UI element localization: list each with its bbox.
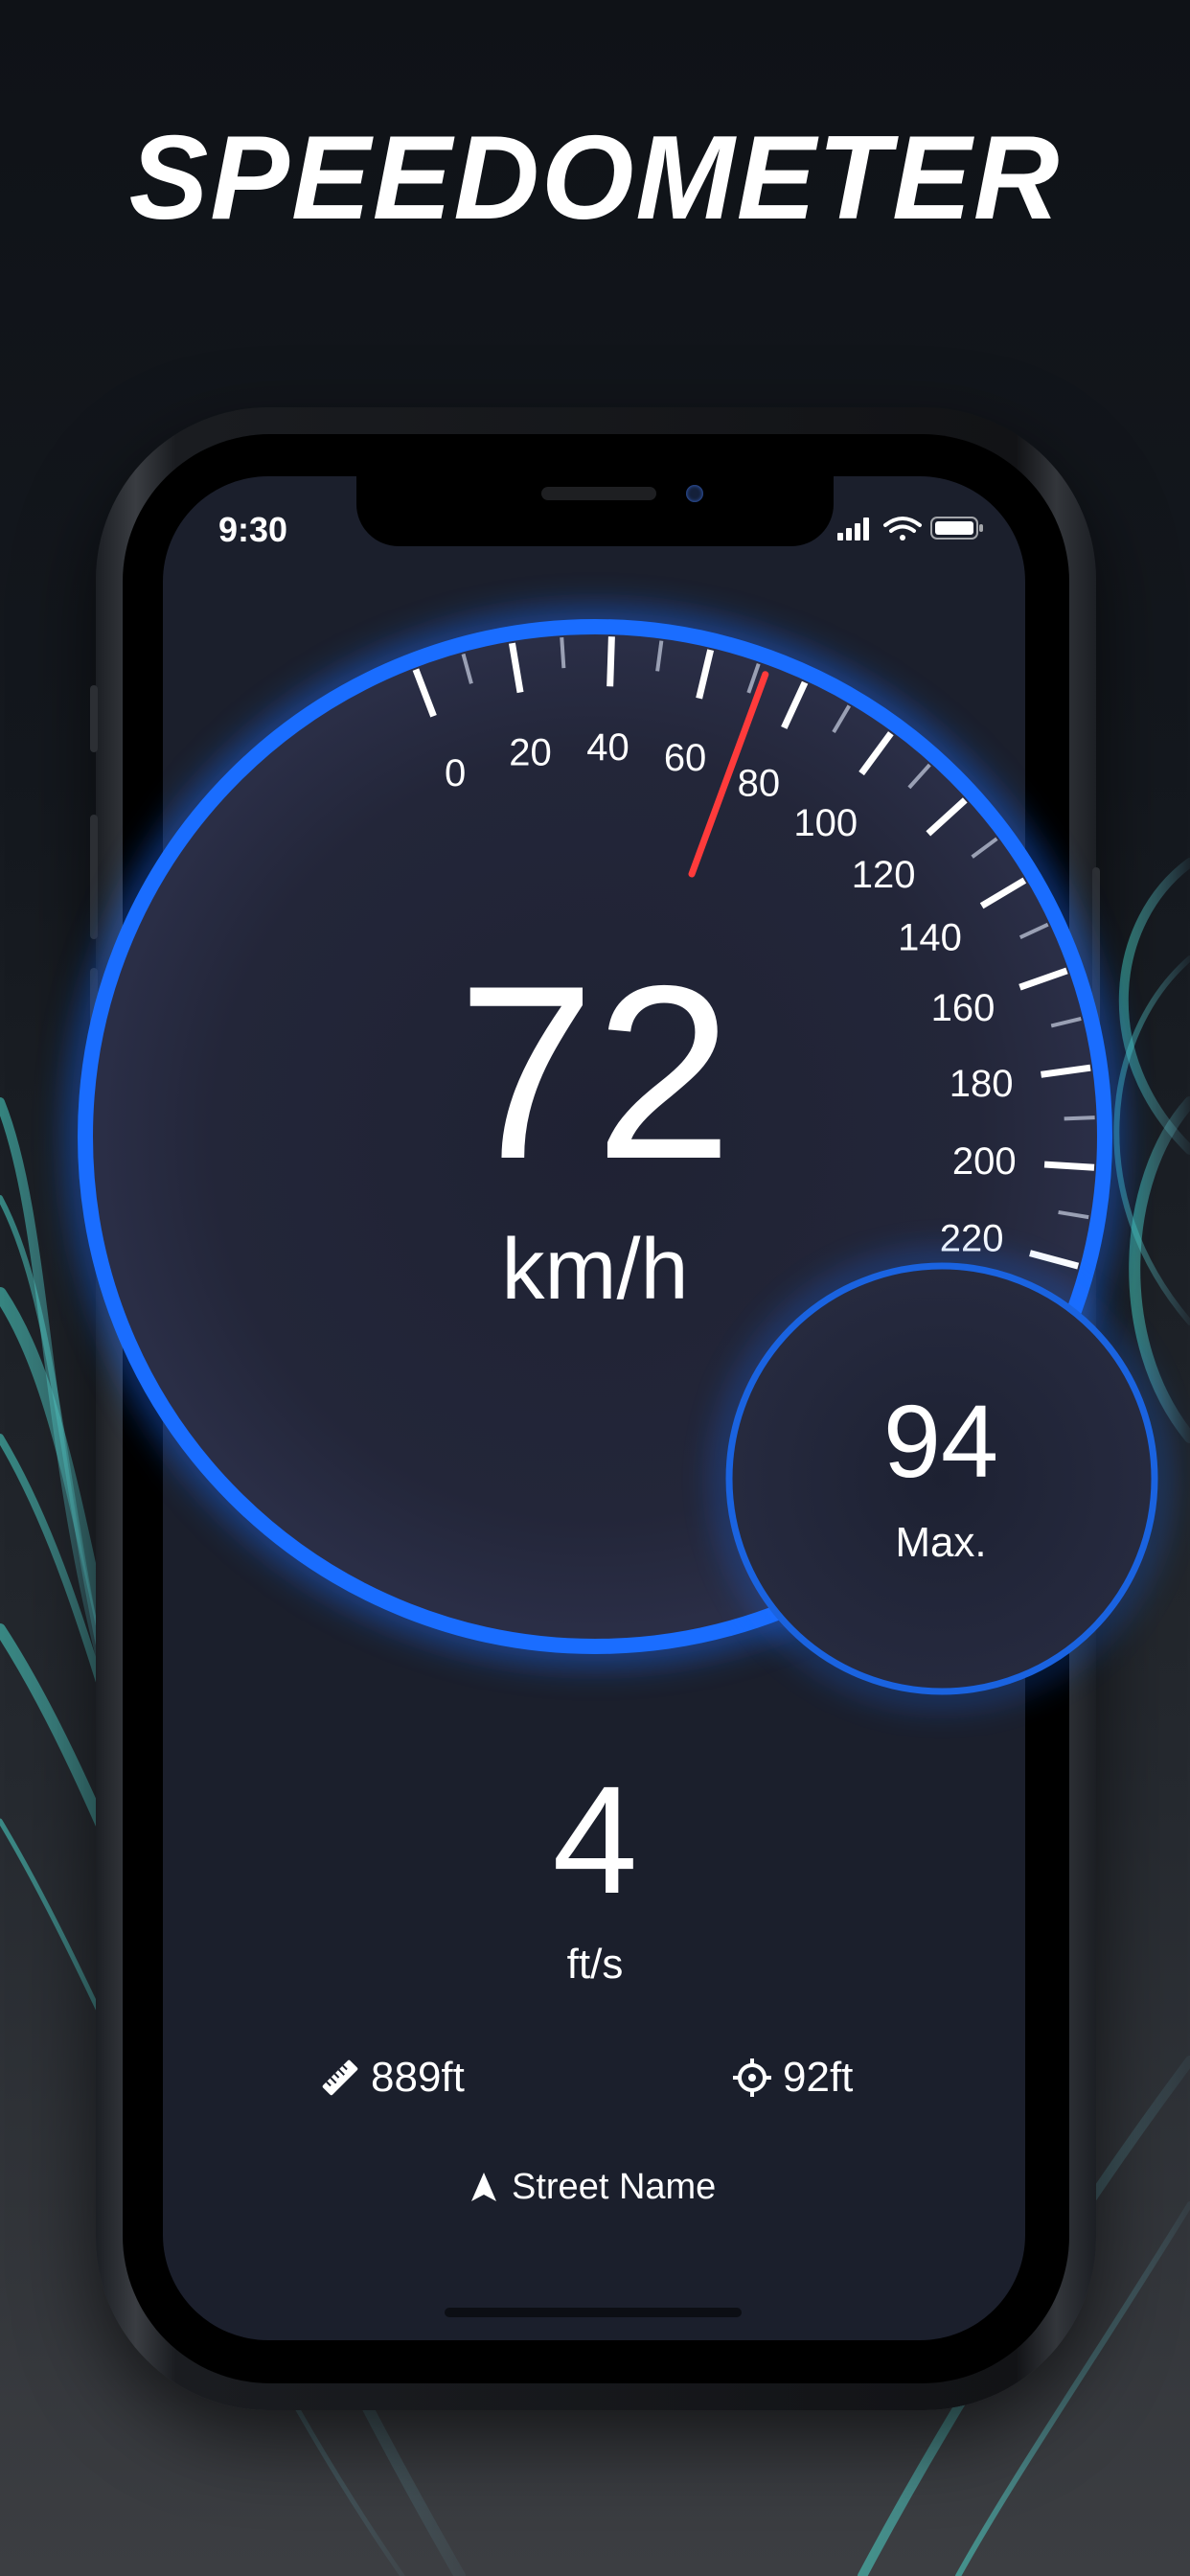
- phone-side-button: [90, 685, 98, 752]
- max-speed-value: 94: [882, 1383, 999, 1499]
- ruler-icon: [322, 2059, 358, 2096]
- crosshair-icon: [733, 2058, 771, 2097]
- location-row: Street Name: [469, 2163, 716, 2211]
- home-indicator: [445, 2308, 742, 2317]
- phone-volume-up-button: [90, 815, 98, 939]
- wifi-icon: [883, 517, 922, 540]
- notch: [356, 474, 834, 546]
- secondary-speed-value: 4: [552, 1754, 638, 1925]
- front-camera: [686, 485, 703, 502]
- status-icons: [837, 517, 983, 540]
- battery-icon: [930, 517, 983, 540]
- cellular-signal-icon: [837, 518, 869, 540]
- altitude-value: 92ft: [783, 2054, 854, 2101]
- phone-power-button: [1092, 867, 1100, 1059]
- distance-stat: 889ft: [319, 2051, 465, 2104]
- street-name: Street Name: [512, 2166, 717, 2207]
- distance-value: 889ft: [371, 2054, 465, 2101]
- navigation-arrow-icon: [471, 2173, 496, 2201]
- headline: SPEEDOMETER: [128, 112, 1062, 244]
- current-speed-value: 72: [457, 933, 733, 1210]
- max-speed-label: Max.: [895, 1519, 987, 1566]
- current-speed-unit: km/h: [501, 1222, 689, 1318]
- status-time: 9:30: [218, 510, 288, 549]
- altitude-stat: 92ft: [731, 2051, 853, 2104]
- secondary-speed-unit: ft/s: [566, 1941, 624, 1988]
- earpiece-speaker: [541, 487, 656, 500]
- phone-volume-down-button: [90, 968, 98, 1092]
